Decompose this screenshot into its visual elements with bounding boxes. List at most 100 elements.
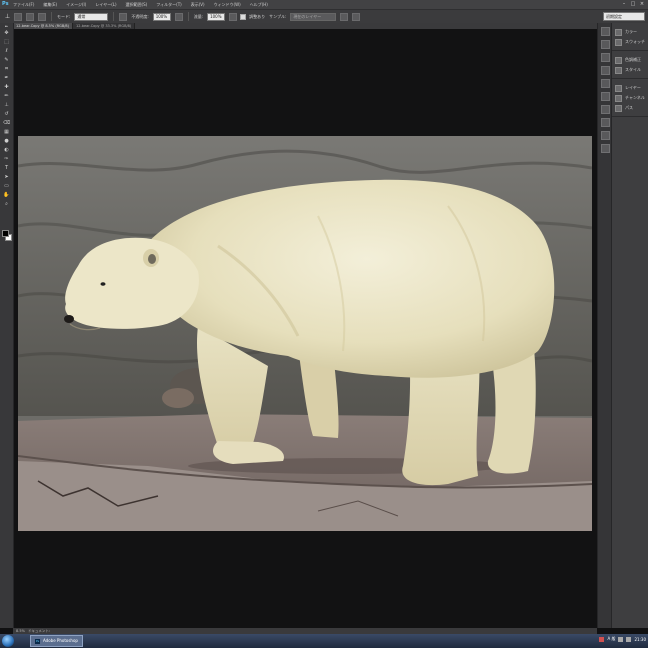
menu-view[interactable]: 表示(V) [191,2,205,8]
properties-icon[interactable] [600,40,610,49]
volume-icon[interactable] [626,636,632,642]
clone-stamp-tool[interactable]: ⊥ [2,101,11,109]
zoom-level[interactable]: 8.5% [16,629,25,633]
lasso-tool[interactable]: ℓ [2,47,11,55]
separator [187,12,189,21]
swatches-icon [615,38,622,46]
actions-icon[interactable] [600,131,610,140]
marquee-tool[interactable]: ⬚ [2,38,11,46]
panel-dock-icons [597,23,612,628]
brush-icon[interactable] [600,53,610,62]
paragraph-icon[interactable] [600,92,610,101]
color-icon [615,28,622,36]
shape-tool[interactable]: ▭ [2,182,11,190]
photoshop-logo: Ps [2,1,9,7]
hand-tool[interactable]: ✋ [2,191,11,199]
airbrush-toggle-icon[interactable] [229,12,238,21]
history-icon[interactable] [600,27,610,36]
photoshop-icon: Ps [35,638,40,644]
navigator-icon[interactable] [600,118,610,127]
separator [113,12,115,21]
clone-stamp-icon[interactable]: ⊥ [3,12,12,21]
panel-styles[interactable]: スタイル [612,65,648,75]
info-icon[interactable] [600,105,610,114]
pressure-opacity-icon[interactable] [119,12,128,21]
foreground-color-swatch[interactable] [2,230,9,237]
menu-file[interactable]: ファイル(F) [13,2,34,8]
panel-paths[interactable]: パス [612,103,648,113]
panel-group-layers: レイヤー チャンネル パス [612,83,648,117]
panel-label: スタイル [625,67,641,72]
system-tray: A 般 21:30 [599,636,646,642]
clock[interactable]: 21:30 [634,637,646,642]
styles-icon [615,66,622,74]
sample-label: サンプル: [269,13,287,19]
menu-image[interactable]: イメージ(I) [66,2,86,8]
canvas-area[interactable] [14,29,597,628]
panel-channels[interactable]: チャンネル [612,93,648,103]
network-icon[interactable] [618,636,624,642]
panel-label: パス [625,105,633,110]
menu-edit[interactable]: 編集(E) [43,2,57,8]
opacity-input[interactable]: 100% [152,12,171,21]
menu-window[interactable]: ウィンドウ(W) [214,2,241,8]
airbrush-icon[interactable] [174,12,183,21]
menu-select[interactable]: 選択範囲(S) [126,2,148,8]
healing-tool[interactable]: ✚ [2,83,11,91]
eraser-tool[interactable]: ⌫ [2,119,11,127]
panel-adjustments[interactable]: 色調補正 [612,55,648,65]
pressure-size-icon[interactable] [352,12,361,21]
aligned-label: 調整あり [249,13,266,19]
brush-panel-icon[interactable] [26,12,34,21]
quick-select-tool[interactable]: ✎ [2,56,11,64]
dodge-tool[interactable]: ◐ [2,146,11,154]
ignore-adjustment-icon[interactable] [340,12,349,21]
opacity-label: 不透明度: [131,13,149,19]
document-info[interactable]: ドキュメント: [28,629,50,634]
path-select-tool[interactable]: ➤ [2,173,11,181]
maximize-button[interactable]: □ [630,1,636,7]
menu-filter[interactable]: フィルター(T) [156,2,181,8]
panel-layers[interactable]: レイヤー [612,83,648,93]
panel-group-adjust: 色調補正 スタイル [612,55,648,79]
sample-select[interactable]: 現在のレイヤー [290,12,337,21]
panel-group-color: カラー スウォッチ [612,27,648,51]
tools-panel: ▸▸ ✥ ⬚ ℓ ✎ ⌗ ✒ ✚ ✏ ⊥ ↺ ⌫ ▦ ● ◐ ✑ T ➤ ▭ ✋… [0,23,14,628]
pen-tool[interactable]: ✑ [2,155,11,163]
polar-bear-photo [18,136,592,531]
clone-source-icon[interactable] [600,66,610,75]
taskbar-photoshop-button[interactable]: Ps Adobe Photoshop [30,635,83,647]
close-button[interactable]: × [639,1,645,7]
ime-indicator[interactable]: A 般 [607,636,615,642]
crop-tool[interactable]: ⌗ [2,65,11,73]
panel-swatches[interactable]: スウォッチ [612,37,648,47]
panel-label: レイヤー [625,85,641,90]
brush-tool[interactable]: ✏ [2,92,11,100]
brush-preset-icon[interactable] [14,12,22,21]
collapse-tools-icon[interactable]: ▸▸ [2,24,11,28]
aligned-checkbox[interactable] [240,13,247,20]
document-image[interactable] [18,136,592,531]
notes-icon[interactable] [600,144,610,153]
clone-source-icon[interactable] [38,12,46,21]
zoom-tool[interactable]: ⌕ [2,200,11,208]
minimize-button[interactable]: – [621,1,627,7]
flow-input[interactable]: 100% [207,12,226,21]
start-button[interactable] [2,635,14,647]
history-brush-tool[interactable]: ↺ [2,110,11,118]
panel-color[interactable]: カラー [612,27,648,37]
window-controls: – □ × [621,1,645,7]
workspace-select[interactable]: 初期設定 [603,12,645,21]
notification-icon[interactable] [599,636,605,642]
gradient-tool[interactable]: ▦ [2,128,11,136]
panel-label: 色調補正 [625,57,641,62]
menu-help[interactable]: ヘルプ(H) [250,2,268,8]
character-icon[interactable] [600,79,610,88]
blur-tool[interactable]: ● [2,137,11,145]
menu-layer[interactable]: レイヤー(L) [95,2,116,8]
mode-select[interactable]: 通常 [74,12,109,21]
move-tool[interactable]: ✥ [2,29,11,37]
type-tool[interactable]: T [2,164,11,172]
taskbar-button-label: Adobe Photoshop [43,638,78,643]
eyedropper-tool[interactable]: ✒ [2,74,11,82]
